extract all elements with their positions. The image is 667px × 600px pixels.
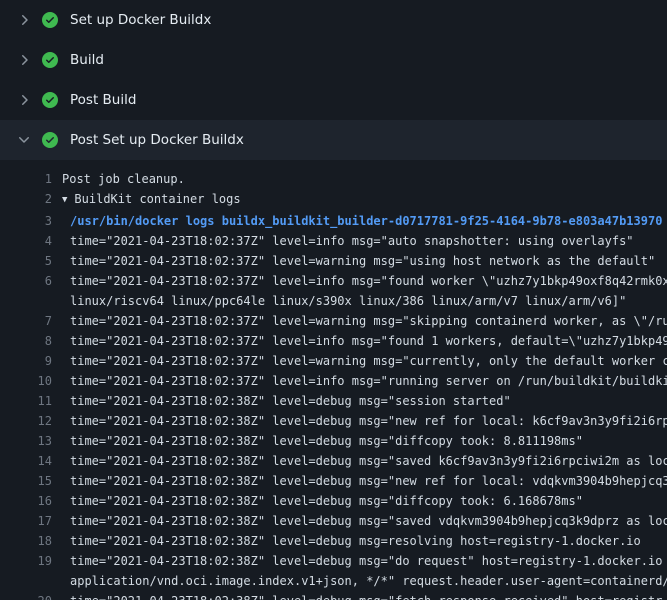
group-toggle-icon[interactable]: ▼ [62, 190, 67, 210]
line-number[interactable]: 19 [0, 551, 52, 571]
line-number[interactable]: 1 [0, 169, 52, 189]
line-number[interactable]: 7 [0, 311, 52, 331]
step-label: Post Build [70, 90, 136, 110]
step-header-post-set-up-docker-buildx[interactable]: Post Set up Docker Buildx [0, 120, 667, 160]
line-number [0, 291, 52, 311]
log-text: ▼BuildKit container logs [52, 189, 667, 211]
chevron-right-icon[interactable] [16, 52, 32, 68]
log-text: linux/riscv64 linux/ppc64le linux/s390x … [52, 291, 667, 311]
line-number[interactable]: 17 [0, 511, 52, 531]
log-text: time="2021-04-23T18:02:37Z" level=info m… [52, 371, 667, 391]
log-line[interactable]: 19time="2021-04-23T18:02:38Z" level=debu… [0, 551, 667, 571]
log-text: time="2021-04-23T18:02:38Z" level=debug … [52, 591, 667, 600]
chevron-down-icon[interactable] [16, 132, 32, 148]
line-number[interactable]: 15 [0, 471, 52, 491]
chevron-right-icon[interactable] [16, 92, 32, 108]
line-number[interactable]: 18 [0, 531, 52, 551]
log-text: time="2021-04-23T18:02:38Z" level=debug … [52, 491, 667, 511]
log-line[interactable]: 10time="2021-04-23T18:02:37Z" level=info… [0, 371, 667, 391]
line-number[interactable]: 11 [0, 391, 52, 411]
line-number[interactable]: 3 [0, 211, 52, 231]
line-number[interactable]: 8 [0, 331, 52, 351]
log-text: time="2021-04-23T18:02:38Z" level=debug … [52, 551, 667, 571]
line-number[interactable]: 9 [0, 351, 52, 371]
log-line[interactable]: 20time="2021-04-23T18:02:38Z" level=debu… [0, 591, 667, 600]
log-line[interactable]: 11time="2021-04-23T18:02:38Z" level=debu… [0, 391, 667, 411]
log-line[interactable]: 5time="2021-04-23T18:02:37Z" level=warni… [0, 251, 667, 271]
log-line[interactable]: 2▼BuildKit container logs [0, 189, 667, 211]
log-text: time="2021-04-23T18:02:37Z" level=warnin… [52, 251, 667, 271]
log-text: time="2021-04-23T18:02:38Z" level=debug … [52, 471, 667, 491]
chevron-right-icon[interactable] [16, 12, 32, 28]
line-number[interactable]: 4 [0, 231, 52, 251]
log-text: time="2021-04-23T18:02:37Z" level=info m… [52, 231, 667, 251]
log-line[interactable]: 14time="2021-04-23T18:02:38Z" level=debu… [0, 451, 667, 471]
line-number [0, 571, 52, 591]
line-number[interactable]: 5 [0, 251, 52, 271]
check-circle-icon [42, 132, 58, 148]
check-circle-icon [42, 52, 58, 68]
check-circle-icon [42, 12, 58, 28]
line-number[interactable]: 13 [0, 431, 52, 451]
log-line[interactable]: 3/usr/bin/docker logs buildx_buildkit_bu… [0, 211, 667, 231]
step-label: Build [70, 50, 104, 70]
log-line-continuation[interactable]: linux/riscv64 linux/ppc64le linux/s390x … [0, 291, 667, 311]
step-header-build[interactable]: Build [0, 40, 667, 80]
log-text: time="2021-04-23T18:02:38Z" level=debug … [52, 411, 667, 431]
step-label: Post Set up Docker Buildx [70, 130, 244, 150]
log-text: time="2021-04-23T18:02:37Z" level=warnin… [52, 311, 667, 331]
command-text: /usr/bin/docker logs buildx_buildkit_bui… [52, 211, 667, 231]
line-number[interactable]: 20 [0, 591, 52, 600]
log-line[interactable]: 17time="2021-04-23T18:02:38Z" level=debu… [0, 511, 667, 531]
log-text: time="2021-04-23T18:02:37Z" level=info m… [52, 331, 667, 351]
step-log-body: 1Post job cleanup.2▼BuildKit container l… [0, 160, 667, 600]
log-text: time="2021-04-23T18:02:38Z" level=debug … [52, 511, 667, 531]
log-line-continuation[interactable]: application/vnd.oci.image.index.v1+json,… [0, 571, 667, 591]
check-circle-icon [42, 92, 58, 108]
log-text: time="2021-04-23T18:02:37Z" level=warnin… [52, 351, 667, 371]
line-number[interactable]: 2 [0, 189, 52, 211]
log-text: time="2021-04-23T18:02:37Z" level=info m… [52, 271, 667, 291]
workflow-steps-list: Set up Docker Buildx Build Post Build Post … [0, 0, 667, 600]
log-line[interactable]: 7time="2021-04-23T18:02:37Z" level=warni… [0, 311, 667, 331]
step-label: Set up Docker Buildx [70, 10, 211, 30]
log-line[interactable]: 4time="2021-04-23T18:02:37Z" level=info … [0, 231, 667, 251]
log-line[interactable]: 8time="2021-04-23T18:02:37Z" level=info … [0, 331, 667, 351]
log-line[interactable]: 15time="2021-04-23T18:02:38Z" level=debu… [0, 471, 667, 491]
log-line[interactable]: 6time="2021-04-23T18:02:37Z" level=info … [0, 271, 667, 291]
line-number[interactable]: 6 [0, 271, 52, 291]
log-line[interactable]: 9time="2021-04-23T18:02:37Z" level=warni… [0, 351, 667, 371]
log-text: Post job cleanup. [52, 169, 667, 189]
step-header-post-build[interactable]: Post Build [0, 80, 667, 120]
line-number[interactable]: 16 [0, 491, 52, 511]
log-line[interactable]: 16time="2021-04-23T18:02:38Z" level=debu… [0, 491, 667, 511]
log-line[interactable]: 18time="2021-04-23T18:02:38Z" level=debu… [0, 531, 667, 551]
log-text: time="2021-04-23T18:02:38Z" level=debug … [52, 451, 667, 471]
log-text: time="2021-04-23T18:02:38Z" level=debug … [52, 531, 667, 551]
log-line[interactable]: 13time="2021-04-23T18:02:38Z" level=debu… [0, 431, 667, 451]
log-text: time="2021-04-23T18:02:38Z" level=debug … [52, 431, 667, 451]
log-line[interactable]: 12time="2021-04-23T18:02:38Z" level=debu… [0, 411, 667, 431]
log-line[interactable]: 1Post job cleanup. [0, 169, 667, 189]
step-header-set-up-docker-buildx[interactable]: Set up Docker Buildx [0, 0, 667, 40]
line-number[interactable]: 14 [0, 451, 52, 471]
log-text: time="2021-04-23T18:02:38Z" level=debug … [52, 391, 667, 411]
line-number[interactable]: 10 [0, 371, 52, 391]
line-number[interactable]: 12 [0, 411, 52, 431]
log-text: application/vnd.oci.image.index.v1+json,… [52, 571, 667, 591]
